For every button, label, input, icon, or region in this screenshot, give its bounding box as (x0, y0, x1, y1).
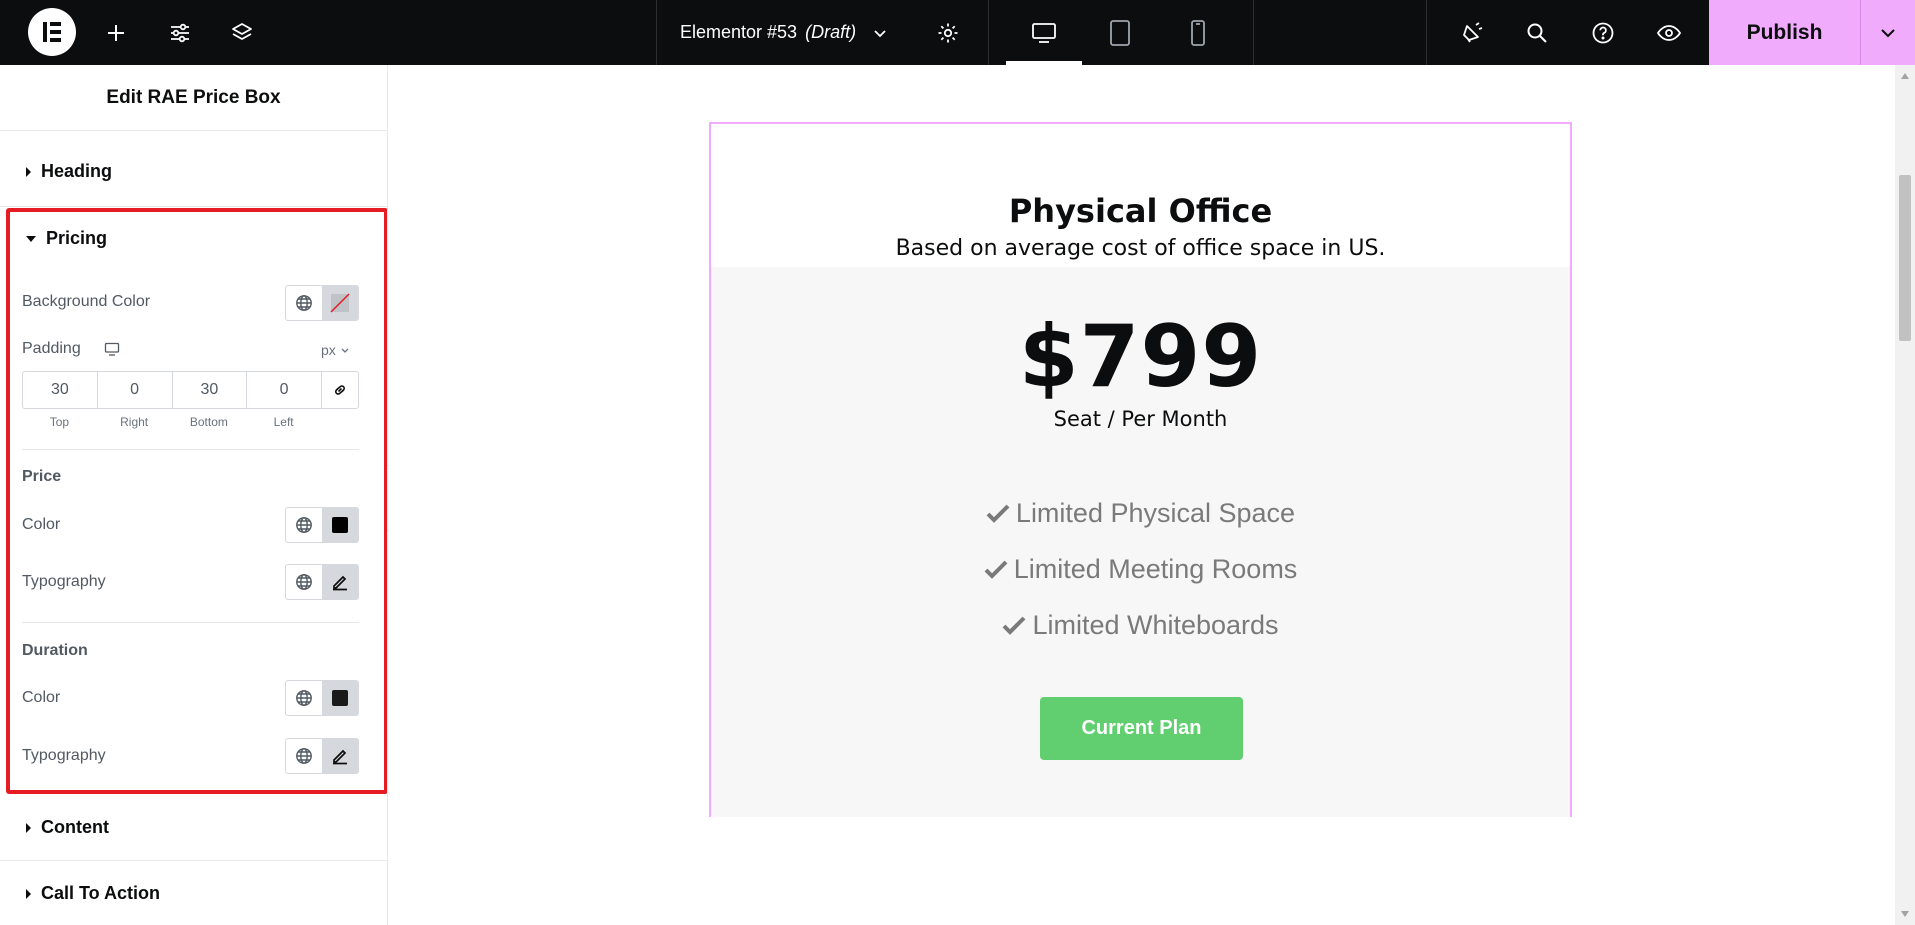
price-duration: Seat / Per Month (1053, 407, 1228, 431)
price-box-pricing: $799 Seat / Per Month Limited Physical S… (711, 267, 1570, 817)
scrollbar-thumb[interactable] (1899, 175, 1911, 341)
chevron-down-icon (1881, 28, 1895, 37)
padding-inputs: 30 0 30 0 (22, 371, 359, 409)
padding-left-input[interactable]: 0 (246, 371, 321, 409)
list-item: Limited Whiteboards (711, 597, 1570, 653)
price-box-title: Physical Office (1008, 192, 1273, 230)
elementor-logo-icon[interactable] (28, 8, 76, 56)
document-status: (Draft) (805, 22, 857, 42)
check-icon (986, 504, 1010, 523)
add-element-icon[interactable] (96, 0, 136, 65)
edit-pencil-icon[interactable] (322, 565, 358, 599)
section-call-to-action[interactable]: Call To Action (26, 883, 160, 904)
price-value: $799 (1018, 307, 1263, 407)
page-settings-gear-icon[interactable] (928, 0, 968, 65)
global-fonts-globe-icon[interactable] (286, 739, 322, 773)
site-settings-sliders-icon[interactable] (160, 0, 200, 65)
global-colors-globe-icon[interactable] (286, 681, 322, 715)
padding-right-input[interactable]: 0 (96, 371, 172, 409)
scroll-down-arrow-icon[interactable] (1901, 911, 1909, 917)
list-item: Limited Meeting Rooms (711, 541, 1570, 597)
duration-color-label: Color (22, 689, 61, 706)
price-box-heading: Physical Office Based on average cost of… (711, 124, 1570, 267)
canvas-scrollbar[interactable] (1895, 65, 1915, 925)
panel-title: Edit RAE Price Box (0, 65, 387, 131)
background-color-label: Background Color (22, 293, 151, 310)
chevron-down-icon (874, 29, 886, 37)
duration-subheading: Duration (22, 642, 88, 659)
layers-icon[interactable] (222, 0, 262, 65)
document-title[interactable]: Elementor #53 (Draft) (680, 0, 888, 65)
help-icon[interactable] (1583, 0, 1623, 65)
check-icon (984, 560, 1008, 579)
section-heading[interactable]: Heading (26, 161, 112, 182)
price-color-control (285, 507, 359, 543)
section-pricing[interactable]: Pricing (26, 228, 107, 249)
top-bar: Elementor #53 (Draft) Publish (0, 0, 1915, 65)
search-icon[interactable] (1517, 0, 1557, 65)
caret-right-icon (26, 888, 31, 899)
notifications-megaphone-icon[interactable] (1452, 0, 1492, 65)
background-color-control (285, 285, 359, 321)
mobile-view-icon[interactable] (1160, 0, 1236, 65)
desktop-view-icon[interactable] (1006, 0, 1082, 65)
caret-right-icon (26, 166, 31, 177)
price-color-label: Color (22, 516, 61, 533)
price-typography-label: Typography (22, 573, 106, 590)
tablet-view-icon[interactable] (1082, 0, 1158, 65)
duration-color-swatch[interactable] (322, 681, 358, 715)
padding-bottom-input[interactable]: 30 (171, 371, 247, 409)
global-colors-globe-icon[interactable] (286, 286, 322, 320)
feature-list: Limited Physical Space Limited Meeting R… (711, 485, 1570, 653)
document-name: Elementor #53 (680, 22, 798, 42)
global-colors-globe-icon[interactable] (286, 508, 322, 542)
caret-right-icon (26, 822, 31, 833)
padding-side-labels: Top Right Bottom Left (49, 415, 294, 429)
caret-down-icon (26, 235, 36, 242)
background-color-swatch[interactable] (322, 286, 358, 320)
desktop-responsive-icon[interactable] (104, 341, 120, 357)
publish-button[interactable]: Publish (1709, 0, 1860, 65)
chevron-down-icon (341, 348, 349, 353)
preview-eye-icon[interactable] (1649, 0, 1689, 65)
padding-top-input[interactable]: 30 (22, 371, 97, 409)
global-fonts-globe-icon[interactable] (286, 565, 322, 599)
section-content[interactable]: Content (26, 817, 109, 838)
link-values-icon[interactable] (321, 371, 359, 409)
publish-options-button[interactable] (1860, 0, 1915, 65)
padding-unit-select[interactable]: px (321, 342, 350, 358)
price-typography-control (285, 564, 359, 600)
scroll-up-arrow-icon[interactable] (1901, 73, 1909, 79)
duration-typography-control (285, 738, 359, 774)
duration-color-control (285, 680, 359, 716)
price-box-subtitle: Based on average cost of office space in… (895, 236, 1386, 261)
edit-pencil-icon[interactable] (322, 739, 358, 773)
list-item: Limited Physical Space (711, 485, 1570, 541)
duration-typography-label: Typography (22, 747, 106, 764)
editor-panel: Edit RAE Price Box Heading Pricing Backg… (0, 65, 388, 925)
check-icon (1003, 616, 1026, 635)
price-box-widget[interactable]: Physical Office Based on average cost of… (709, 122, 1572, 817)
padding-label: Padding (22, 340, 81, 357)
price-subheading: Price (22, 468, 62, 485)
price-color-swatch[interactable] (322, 508, 358, 542)
current-plan-button[interactable]: Current Plan (1040, 697, 1243, 760)
